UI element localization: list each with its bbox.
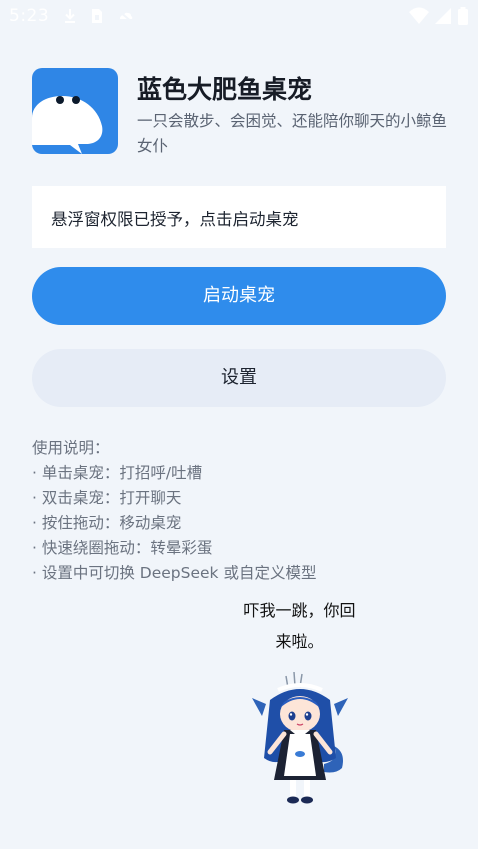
wifi-icon — [408, 6, 430, 26]
permission-status-text: 悬浮窗权限已授予，点击启动桌宠 — [51, 210, 299, 229]
download-icon — [60, 6, 80, 26]
status-bar: 5:23 — [0, 0, 478, 34]
usage-item: · 双击桌宠：打开聊天 — [32, 489, 182, 507]
usage-item: · 设置中可切换 DeepSeek 或自定义模型 — [32, 564, 317, 582]
permission-status-card: 悬浮窗权限已授予，点击启动桌宠 — [32, 186, 446, 248]
start-pet-button[interactable]: 启动桌宠 — [32, 267, 446, 325]
battery-icon — [456, 6, 470, 26]
usage-item: · 按住拖动：移动桌宠 — [32, 514, 182, 532]
app-description: 一只会散步、会困觉、还能陪你聊天的小鲸鱼女仆 — [137, 112, 448, 155]
app-title: 蓝色大肥鱼桌宠 — [137, 75, 313, 104]
whale-logo-icon — [32, 68, 118, 154]
app-header: 蓝色大肥鱼桌宠 一只会散步、会困觉、还能陪你聊天的小鲸鱼女仆 — [32, 68, 448, 158]
usage-heading: 使用说明： — [32, 439, 110, 457]
usage-item: · 单击桌宠：打招呼/吐槽 — [32, 464, 203, 482]
speech-line: 来啦。 — [275, 632, 324, 651]
pet-speech-bubble: 吓我一跳，你回 来啦。 — [222, 595, 377, 657]
status-time: 5:23 — [9, 6, 50, 26]
cell-signal-icon — [433, 6, 453, 26]
settings-button[interactable]: 设置 — [32, 349, 446, 407]
usage-instructions: 使用说明： · 单击桌宠：打招呼/吐槽 · 双击桌宠：打开聊天 · 按住拖动：移… — [32, 436, 316, 586]
cloud-off-icon — [116, 6, 136, 26]
usage-item: · 快速绕圈拖动：转晕彩蛋 — [32, 539, 213, 557]
speech-line: 吓我一跳，你回 — [243, 601, 356, 620]
sim-card-icon — [87, 6, 107, 26]
whale-maid-character-icon[interactable] — [250, 668, 350, 813]
